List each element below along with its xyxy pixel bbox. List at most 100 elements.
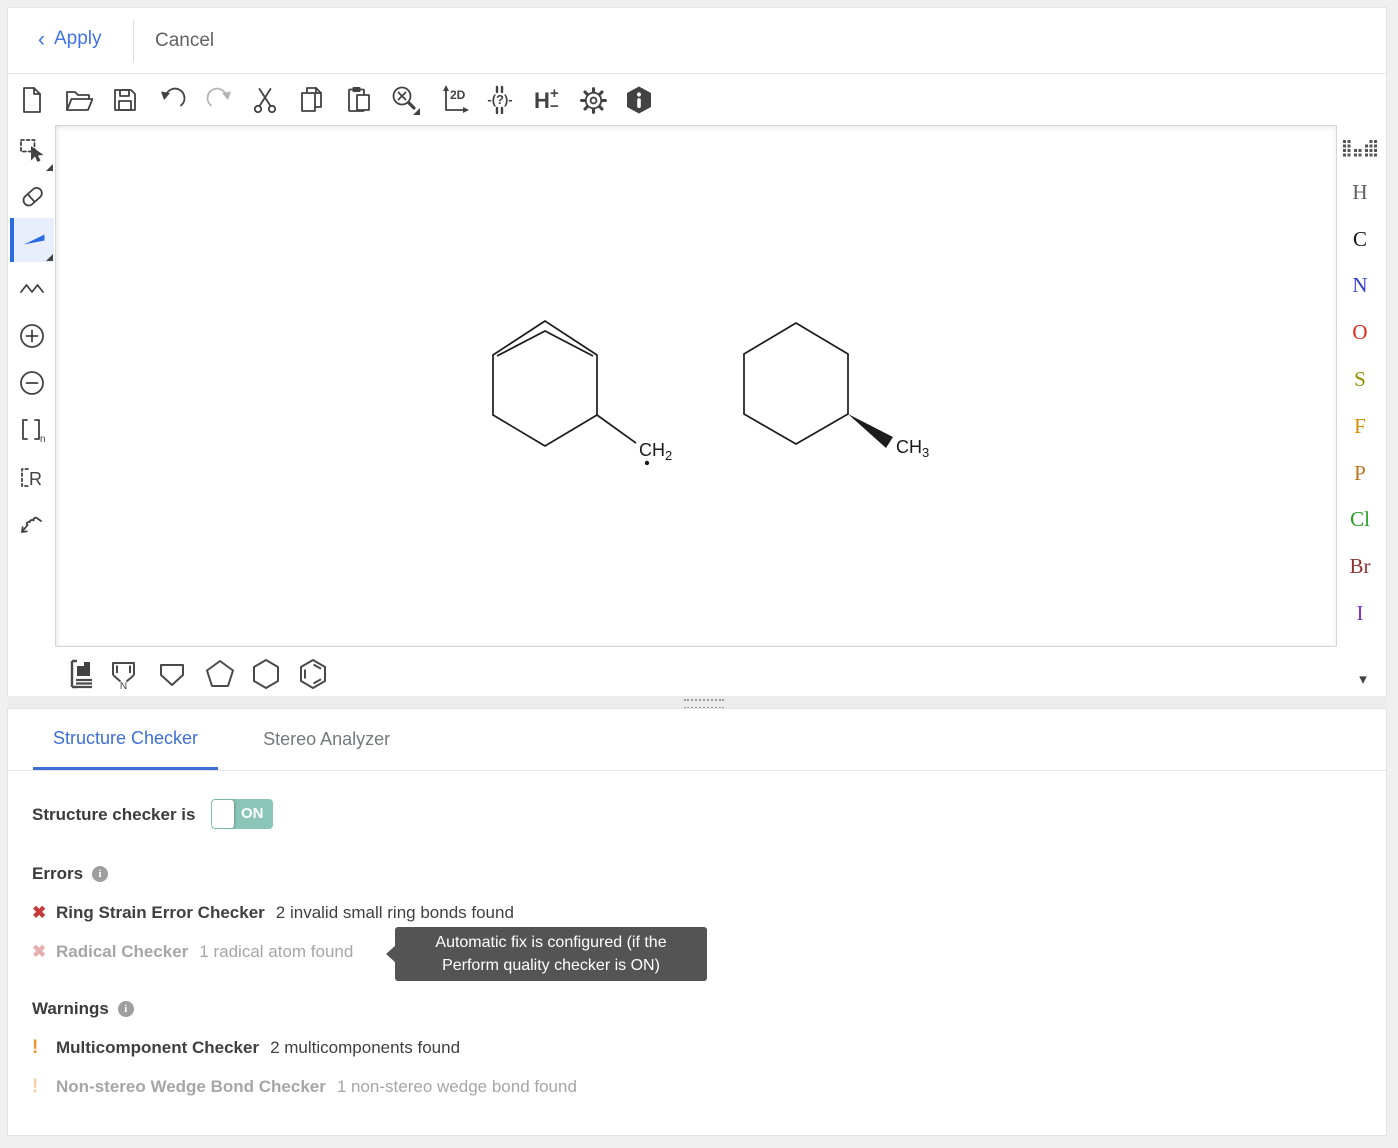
bond-tool-button[interactable]: [10, 218, 54, 262]
apply-button[interactable]: ‹ Apply: [38, 28, 102, 50]
zoom-in-button[interactable]: [10, 314, 54, 358]
element-button-p[interactable]: P: [1337, 456, 1383, 490]
structure-check-button[interactable]: -(?)-: [481, 81, 519, 119]
svg-text:2D: 2D: [450, 88, 466, 102]
pyrrole-template-icon: N: [107, 657, 141, 691]
radical-atom-label[interactable]: CH2: [639, 440, 672, 463]
tab-structure-checker[interactable]: Structure Checker: [33, 709, 218, 770]
chain-tool-icon: [19, 275, 46, 302]
cancel-button[interactable]: Cancel: [155, 30, 214, 52]
reaction-arrow-icon: [18, 508, 46, 536]
element-button-n[interactable]: N: [1337, 268, 1383, 302]
svg-text:-(?)-: -(?)-: [487, 92, 512, 107]
error-row-ring-strain[interactable]: ✖ Ring Strain Error Checker 2 invalid sm…: [32, 903, 514, 923]
cut-button[interactable]: [246, 81, 284, 119]
about-button[interactable]: [620, 81, 658, 119]
chain-tool-button[interactable]: [10, 266, 54, 310]
open-folder-icon: [63, 85, 93, 115]
error-x-icon: ✖: [32, 903, 56, 923]
settings-gear-icon: [578, 85, 609, 116]
tooltip-arrow-icon: [386, 945, 396, 963]
paste-button[interactable]: [340, 81, 378, 119]
abbreviated-group-template-icon: [62, 657, 98, 691]
element-button-h[interactable]: H: [1337, 175, 1383, 209]
molecule-methylcyclohexane[interactable]: CH3: [744, 323, 929, 460]
cyclopentadiene-template-icon: [155, 657, 189, 691]
element-button-i[interactable]: I: [1337, 596, 1383, 630]
selection-tool-icon: [19, 137, 46, 164]
settings-button[interactable]: [574, 81, 612, 119]
structure-checker-toggle[interactable]: ON: [211, 799, 273, 829]
splitter-grip-icon[interactable]: [684, 699, 724, 709]
radical-dot: [645, 461, 649, 465]
cut-scissors-icon: [250, 85, 280, 115]
checker-tabs: Structure Checker Stereo Analyzer: [8, 709, 1386, 771]
save-button[interactable]: [106, 81, 144, 119]
element-button-o[interactable]: O: [1337, 315, 1383, 349]
info-hexagon-icon: [624, 85, 654, 115]
methyl-atom-label[interactable]: CH3: [896, 437, 929, 460]
clean-2d-icon: 2D: [438, 84, 470, 116]
svg-text:R: R: [29, 469, 42, 489]
zoom-tool-icon: [389, 84, 421, 116]
eraser-tool-button[interactable]: [10, 174, 54, 218]
editor-panel: ‹ Apply Cancel: [8, 8, 1386, 696]
structure-checker-toggle-label: Structure checker is: [32, 805, 195, 825]
element-button-br[interactable]: Br: [1337, 549, 1383, 583]
element-button-f[interactable]: F: [1337, 409, 1383, 443]
periodic-table-button[interactable]: [1343, 140, 1379, 166]
paste-icon: [344, 85, 374, 115]
drawing-canvas[interactable]: CH2 CH3: [55, 125, 1337, 647]
cyclopentadiene-template-button[interactable]: [151, 653, 193, 695]
rgroup-icon: R: [18, 464, 46, 492]
cyclopentane-template-button[interactable]: [199, 653, 241, 695]
reaction-arrow-tool-button[interactable]: [10, 500, 54, 544]
autofix-tooltip: Automatic fix is configured (if the Perf…: [395, 927, 707, 981]
error-row-radical[interactable]: ✖ Radical Checker 1 radical atom found: [32, 942, 353, 962]
warning-row-nonstereo-wedge[interactable]: ! Non-stereo Wedge Bond Checker 1 non-st…: [32, 1076, 577, 1098]
zoom-tool-button[interactable]: [386, 81, 424, 119]
toggle-knob[interactable]: [212, 800, 234, 828]
benzene-template-button[interactable]: [292, 653, 334, 695]
cyclopentane-template-icon: [203, 657, 237, 691]
wedge-bond-tool-icon: [21, 227, 47, 253]
element-button-cl[interactable]: Cl: [1337, 502, 1383, 536]
open-button[interactable]: [59, 81, 97, 119]
cyclohexane-template-button[interactable]: [245, 653, 287, 695]
molecule-cyclohexadiene-radical[interactable]: CH2: [493, 321, 672, 465]
checker-panel: Structure Checker Stereo Analyzer Struct…: [8, 709, 1386, 1135]
periodic-table-icon: [1343, 140, 1377, 160]
panel-splitter[interactable]: [8, 696, 1386, 709]
warning-exclamation-icon: !: [32, 1076, 56, 1098]
zoom-out-icon: [18, 369, 46, 397]
hydrogens-button[interactable]: H + −: [527, 81, 565, 119]
cyclohexane-template-icon: [249, 657, 283, 691]
pyrrole-template-button[interactable]: N: [103, 653, 145, 695]
rgroup-tool-button[interactable]: R: [10, 456, 54, 500]
zoom-in-icon: [18, 322, 46, 350]
error-x-icon: ✖: [32, 942, 56, 962]
warning-row-multicomponent[interactable]: ! Multicomponent Checker 2 multicomponen…: [32, 1037, 460, 1059]
wedge-bond[interactable]: [848, 414, 893, 448]
new-document-button[interactable]: [13, 81, 51, 119]
undo-button[interactable]: [154, 81, 192, 119]
clean-2d-button[interactable]: 2D: [435, 81, 473, 119]
back-chevron-icon: ‹: [38, 30, 45, 49]
redo-button[interactable]: [200, 81, 238, 119]
warning-exclamation-icon: !: [32, 1037, 56, 1059]
more-elements-button[interactable]: ▾: [1348, 670, 1378, 690]
zoom-out-button[interactable]: [10, 361, 54, 405]
warnings-info-icon[interactable]: i: [118, 1001, 134, 1017]
divider: [133, 20, 134, 62]
svg-text:−: −: [550, 98, 559, 115]
action-bar: ‹ Apply Cancel: [8, 8, 1386, 74]
copy-button[interactable]: [293, 81, 331, 119]
errors-info-icon[interactable]: i: [92, 866, 108, 882]
redo-icon: [204, 85, 234, 115]
tab-stereo-analyzer[interactable]: Stereo Analyzer: [243, 709, 410, 770]
selection-tool-button[interactable]: [10, 128, 54, 172]
element-button-s[interactable]: S: [1337, 362, 1383, 396]
element-button-c[interactable]: C: [1337, 222, 1383, 256]
abbreviated-group-template-button[interactable]: [59, 653, 101, 695]
group-brackets-button[interactable]: n: [10, 408, 54, 452]
